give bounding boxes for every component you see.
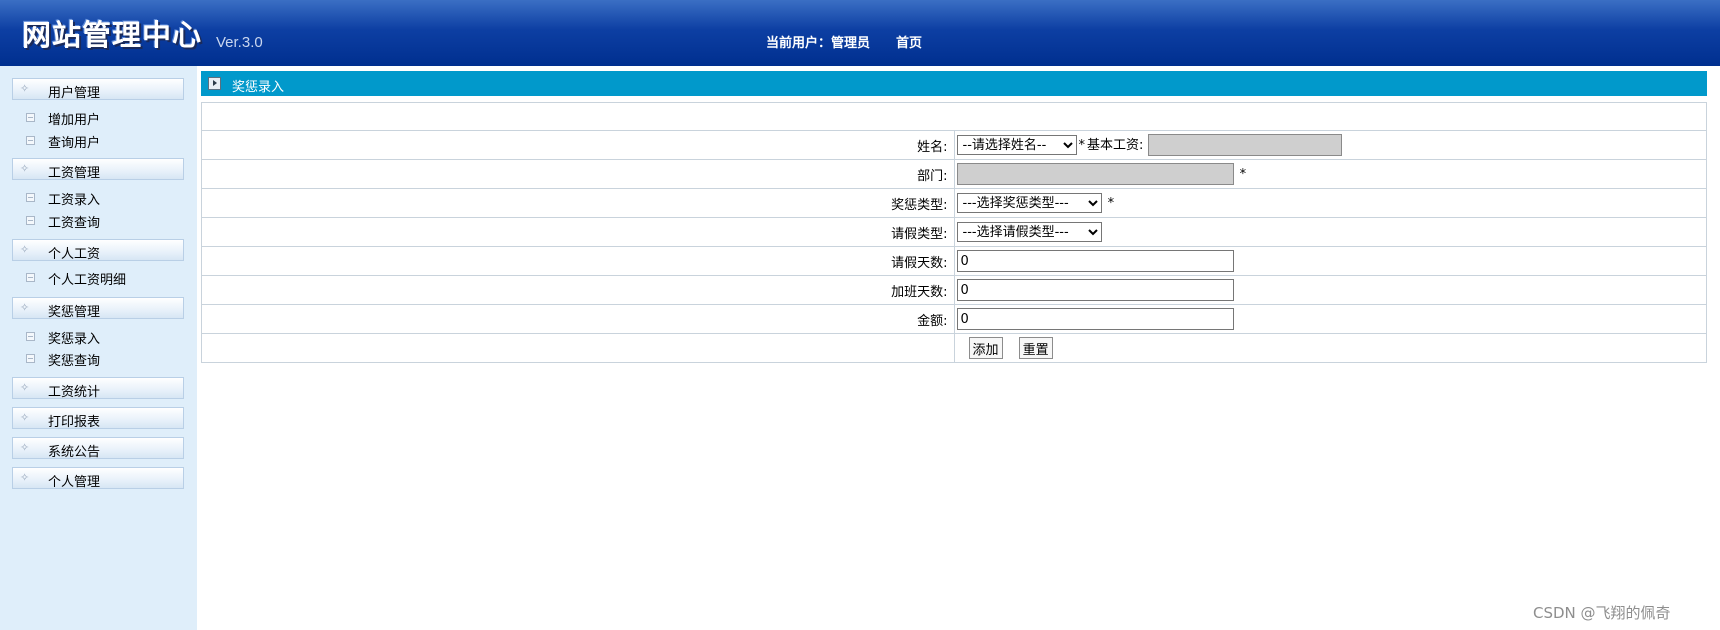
form-row-name: 姓名: --请选择姓名-- * 基本工资: — [201, 130, 1707, 160]
leave-type-label: 请假类型: — [201, 217, 955, 247]
actions-empty-cell — [201, 333, 955, 363]
amount-field-cell — [953, 304, 1707, 334]
overtime-days-label: 加班天数: — [201, 275, 955, 305]
form-spacer-row — [201, 102, 1707, 131]
menu-group-salary-statistics[interactable]: ✧ 工资统计 — [12, 377, 184, 400]
form-row-leave-days: 请假天数: — [201, 246, 1707, 276]
menu-item-icon — [26, 354, 35, 363]
form-row-reward-type: 奖惩类型: ---选择奖惩类型--- * — [201, 188, 1707, 218]
home-link[interactable]: 首页 — [896, 32, 922, 51]
menu-item-icon — [26, 113, 35, 122]
overtime-days-input[interactable] — [956, 279, 1234, 301]
name-select[interactable]: --请选择姓名-- — [956, 135, 1077, 156]
menu-item-label: 奖惩录入 — [48, 332, 101, 347]
dept-input[interactable] — [956, 163, 1234, 185]
panel-title: 奖惩录入 — [232, 80, 285, 95]
name-label: 姓名: — [201, 130, 955, 160]
reward-type-field-cell: ---选择奖惩类型--- * — [953, 188, 1707, 218]
reward-type-select[interactable]: ---选择奖惩类型--- — [956, 193, 1102, 213]
required-mark: * — [1107, 195, 1115, 211]
menu-group-label: 打印报表 — [48, 415, 101, 430]
menu-group-label: 工资管理 — [48, 166, 101, 181]
menu-group-label: 个人管理 — [48, 475, 101, 490]
menu-item-label: 个人工资明细 — [48, 273, 127, 288]
form-row-actions: 添加 重置 — [201, 333, 1707, 363]
expand-icon: ✧ — [20, 471, 30, 484]
menu-item-icon — [26, 332, 35, 341]
required-mark: * — [1239, 166, 1247, 182]
leave-type-field-cell: ---选择请假类型--- — [953, 217, 1707, 247]
sidebar: ✧ 用户管理 增加用户 查询用户 ✧ 工资管理 工资录入 工资查询 ✧ 个人工资… — [0, 66, 197, 630]
menu-group-label: 奖惩管理 — [48, 305, 101, 320]
menu-group-label: 工资统计 — [48, 385, 101, 400]
base-salary-label: 基本工资: — [1087, 137, 1144, 153]
actions-cell: 添加 重置 — [953, 333, 1707, 363]
menu-item-icon — [26, 216, 35, 225]
menu-group-label: 用户管理 — [48, 86, 101, 101]
expand-icon: ✧ — [20, 381, 30, 394]
watermark: CSDN @飞翔的佩奇 — [1533, 604, 1671, 622]
menu-group-print-report[interactable]: ✧ 打印报表 — [12, 407, 184, 430]
form-row-dept: 部门: * — [201, 159, 1707, 189]
menu-item-label: 增加用户 — [48, 113, 101, 128]
menu-group-label: 系统公告 — [48, 445, 101, 460]
menu-group-reward-management[interactable]: ✧ 奖惩管理 — [12, 297, 184, 320]
menu-group-personal-management[interactable]: ✧ 个人管理 — [12, 467, 184, 490]
menu-group-user-management[interactable]: ✧ 用户管理 — [12, 78, 184, 101]
leave-type-select[interactable]: ---选择请假类型--- — [956, 222, 1102, 242]
reward-entry-form: 姓名: --请选择姓名-- * 基本工资: 部门: * 奖惩类型: ---选择奖惩… — [201, 102, 1707, 363]
overtime-days-field-cell — [953, 275, 1707, 305]
menu-item-label: 工资录入 — [48, 193, 101, 208]
current-user-label: 当前用户：管理员 — [766, 36, 871, 51]
expand-icon: ✧ — [20, 243, 30, 256]
expand-icon: ✧ — [20, 301, 30, 314]
form-spacer-cell — [201, 102, 1707, 131]
reward-type-label: 奖惩类型: — [201, 188, 955, 218]
form-row-leave-type: 请假类型: ---选择请假类型--- — [201, 217, 1707, 247]
base-salary-input[interactable] — [1147, 134, 1342, 157]
form-row-overtime-days: 加班天数: — [201, 275, 1707, 305]
name-field-cell: --请选择姓名-- * 基本工资: — [953, 130, 1707, 160]
amount-input[interactable] — [956, 308, 1234, 330]
site-title: 网站管理中心 — [22, 18, 203, 52]
expand-icon: ✧ — [20, 441, 30, 454]
amount-label: 金额: — [201, 304, 955, 334]
menu-group-system-notice[interactable]: ✧ 系统公告 — [12, 437, 184, 460]
expand-icon: ✧ — [20, 411, 30, 424]
menu-group-personal-salary[interactable]: ✧ 个人工资 — [12, 239, 184, 262]
leave-days-label: 请假天数: — [201, 246, 955, 276]
panel-title-bar: 奖惩录入 — [201, 71, 1707, 96]
expand-icon: ✧ — [20, 162, 30, 175]
leave-days-input[interactable] — [956, 250, 1234, 272]
menu-item-icon — [26, 136, 35, 145]
menu-item-label: 查询用户 — [48, 136, 101, 151]
menu-item-label: 奖惩查询 — [48, 354, 101, 369]
menu-item-icon — [26, 193, 35, 202]
menu-item-icon — [26, 273, 35, 282]
top-header: 网站管理中心 Ver.3.0 当前用户：管理员 首页 — [0, 0, 1720, 66]
expand-icon: ✧ — [20, 82, 30, 95]
form-row-amount: 金额: — [201, 304, 1707, 334]
menu-item-label: 工资查询 — [48, 216, 101, 231]
site-version: Ver.3.0 — [216, 34, 263, 51]
menu-group-salary-management[interactable]: ✧ 工资管理 — [12, 158, 184, 181]
required-mark: * — [1078, 137, 1086, 153]
leave-days-field-cell — [953, 246, 1707, 276]
menu-group-label: 个人工资 — [48, 247, 101, 262]
play-icon — [208, 77, 221, 90]
dept-label: 部门: — [201, 159, 955, 189]
add-button[interactable]: 添加 — [968, 337, 1003, 359]
reset-button[interactable]: 重置 — [1018, 337, 1053, 359]
dept-field-cell: * — [953, 159, 1707, 189]
